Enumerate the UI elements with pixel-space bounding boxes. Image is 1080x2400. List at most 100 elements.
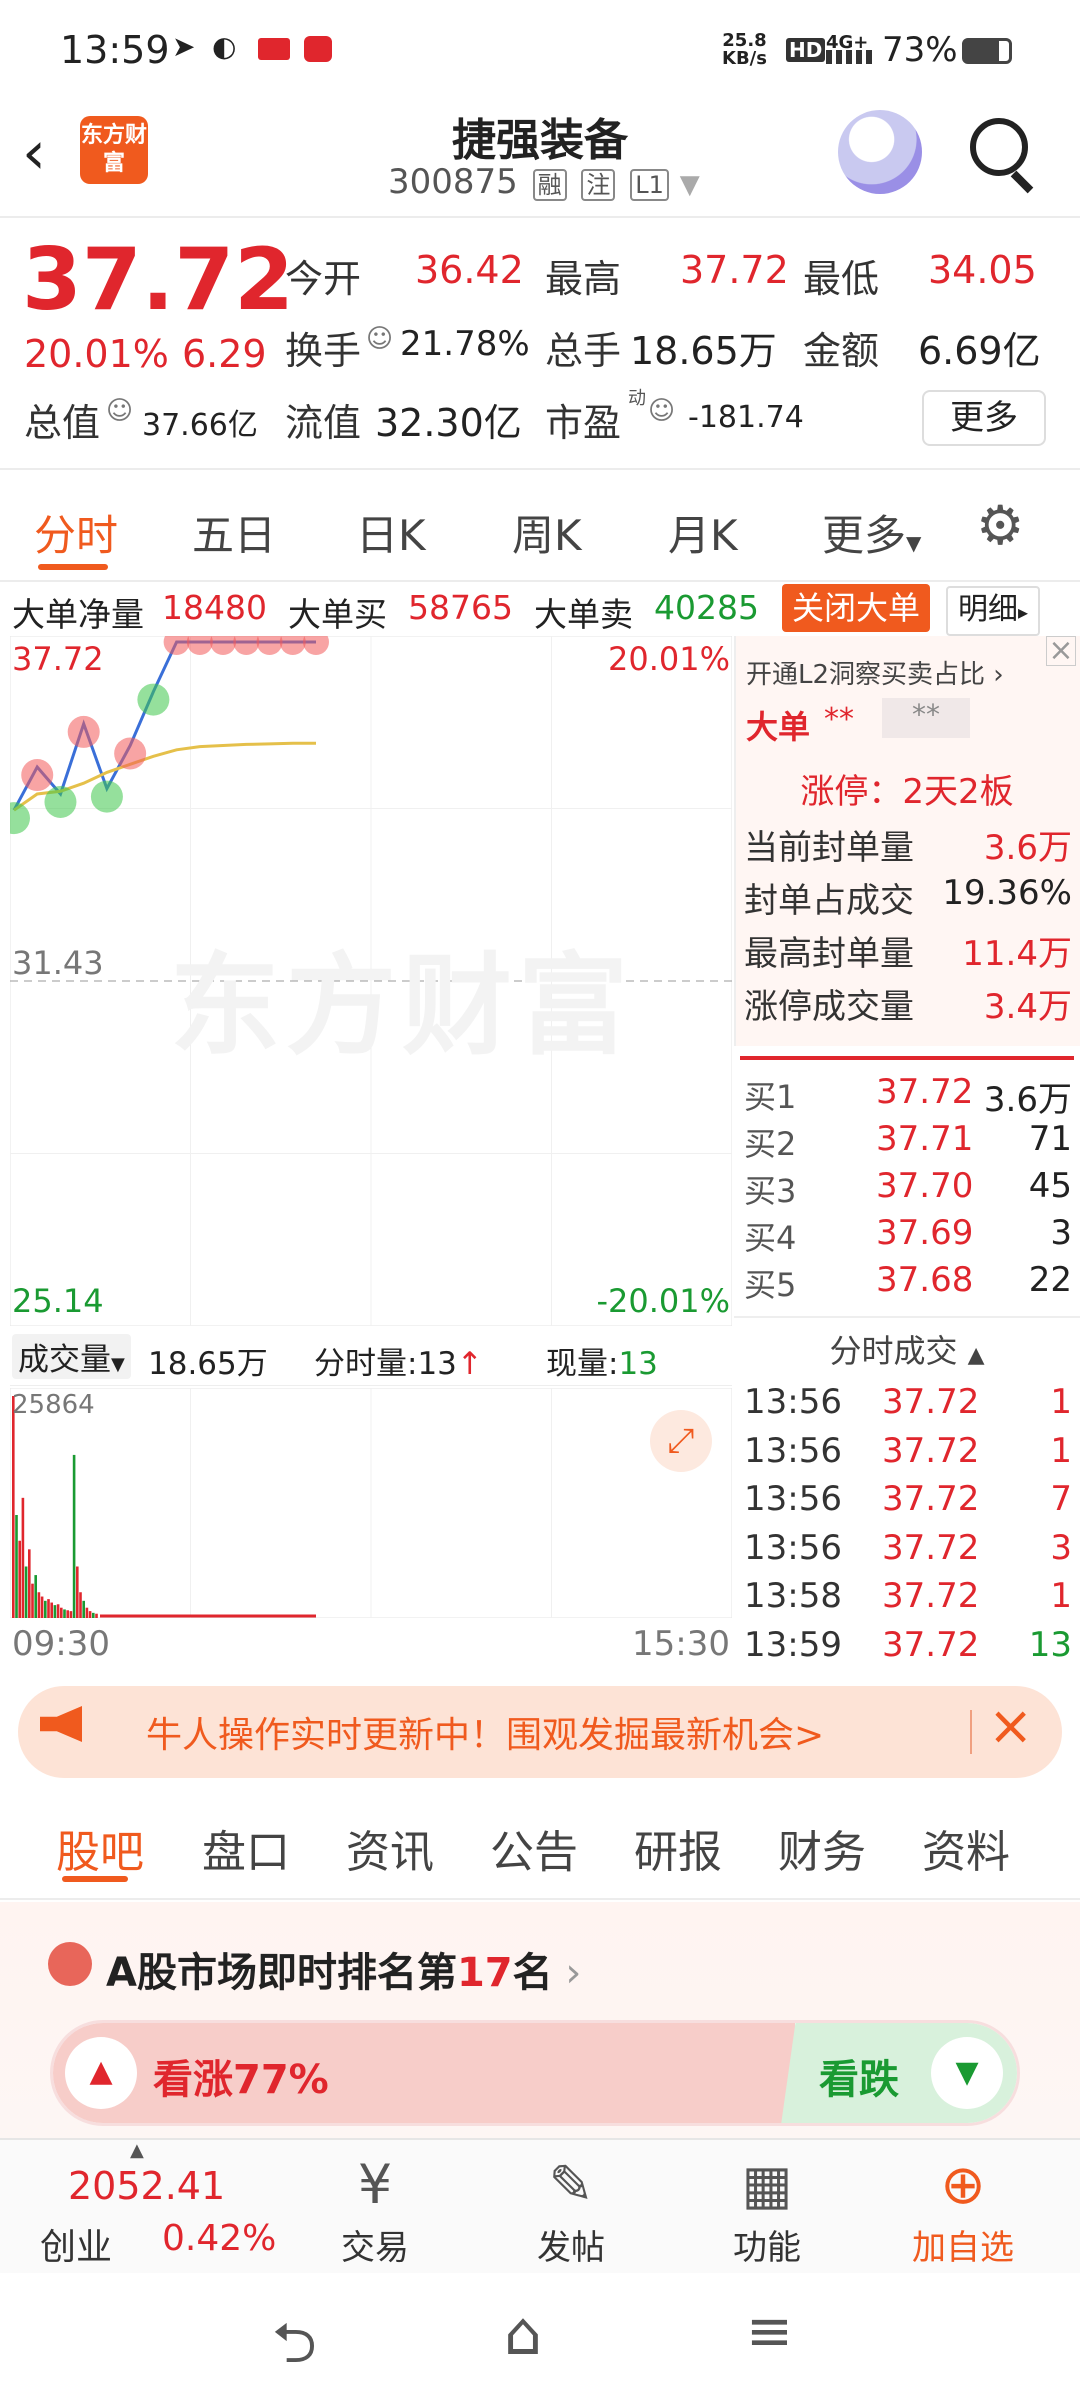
promo-banner[interactable]: 牛人操作实时更新中！围观发掘最新机会> × <box>18 1686 1062 1778</box>
tab-more-label: 更多 <box>822 511 907 560</box>
caret-down-icon: ▼ <box>679 170 700 200</box>
volume-label: 成交量 <box>18 1342 111 1378</box>
tab-weekly-k[interactable]: 周K <box>512 502 582 563</box>
home-icon[interactable]: ⌂ <box>504 2299 542 2369</box>
ticks-title[interactable]: 分时成交 ▲ <box>734 1326 1080 1372</box>
volume-bar <box>15 1514 18 1618</box>
now-volume-value: 13 <box>618 1346 658 1382</box>
index-ticker[interactable]: ▲ 2052.41 创业 0.42% <box>30 2140 280 2270</box>
turnover-info-icon[interactable]: ☺ <box>366 324 393 354</box>
bottom-toolbar: ▲ 2052.41 创业 0.42% ¥ 交易 ✎ 发帖 ▦ 功能 ⊕ 加自选 <box>0 2138 1080 2273</box>
tick-volume: 7 <box>1050 1479 1072 1520</box>
search-icon[interactable] <box>970 118 1028 176</box>
order-book-volume: 22 <box>1028 1260 1072 1300</box>
tick-time: 13:56 <box>744 1382 842 1422</box>
up-arrow-icon: ↑ <box>456 1346 483 1382</box>
volume-bar <box>31 1583 34 1618</box>
change-amount: 6.29 <box>182 332 267 376</box>
functions-button[interactable]: ▦ 功能 <box>692 2150 842 2269</box>
grid-icon: ▦ <box>741 2153 793 2216</box>
tab-finance[interactable]: 财务 <box>778 1816 866 1880</box>
pe-value: -181.74 <box>688 400 804 435</box>
l2-link[interactable]: 开通L2洞察买卖占比 › <box>746 654 1004 691</box>
pe-info-icon[interactable]: ☺ <box>648 396 675 426</box>
divider <box>734 1316 1080 1318</box>
volume-bar <box>50 1602 53 1618</box>
tab-five-day[interactable]: 五日 <box>192 502 276 563</box>
rank-section: A股市场即时排名第17名 › ▲ 看涨77% 看跌 ▼ <box>0 1902 1080 2138</box>
volume-bar <box>82 1600 85 1618</box>
tick-volume: 1 <box>1050 1430 1072 1471</box>
menu-icon[interactable]: ≡ <box>746 2299 793 2364</box>
tab-daily-k[interactable]: 日K <box>356 502 426 563</box>
chart-tabs: 分时 五日 日K 周K 月K 更多▼ ⚙ <box>0 472 1080 582</box>
bearish-button[interactable]: ▼ <box>931 2037 1003 2109</box>
divider <box>970 1710 972 1754</box>
rank-text[interactable]: A股市场即时排名第17名 › <box>106 1940 581 1998</box>
post-button[interactable]: ✎ 发帖 <box>496 2150 646 2269</box>
limit-up-value: 11.4万 <box>962 934 1072 974</box>
bullish-button[interactable]: ▲ <box>65 2037 137 2109</box>
pe-superscript: 动 <box>628 388 646 409</box>
tab-research[interactable]: 研报 <box>634 1816 722 1880</box>
tick-volume: 13 <box>1028 1625 1072 1665</box>
network-speed: 25.8 KB/s <box>722 32 767 68</box>
tab-more[interactable]: 更多▼ <box>822 502 921 563</box>
index-value: 2052.41 <box>68 2164 226 2208</box>
order-book-volume: 3.6万 <box>983 1080 1072 1120</box>
add-watchlist-button[interactable]: ⊕ 加自选 <box>888 2150 1038 2269</box>
close-big-order-button[interactable]: 关闭大单 <box>782 584 931 632</box>
volume-bar <box>69 1611 73 1618</box>
tab-news[interactable]: 资讯 <box>346 1816 434 1880</box>
close-icon[interactable]: × <box>1046 636 1076 666</box>
bullish-label: 看涨 <box>153 2057 233 2103</box>
tab-profile[interactable]: 资料 <box>922 1816 1010 1880</box>
edit-icon: ✎ <box>548 2153 594 2216</box>
tab-guba[interactable]: 股吧 <box>56 1816 144 1880</box>
mktcap-info-icon[interactable]: ☺ <box>106 396 133 426</box>
add-watchlist-label: 加自选 <box>912 2228 1014 2268</box>
tick-volume: 1 <box>1050 1382 1072 1422</box>
big-order-bubble <box>67 715 100 748</box>
caret-up-icon: ▲ <box>967 1343 985 1368</box>
gear-icon[interactable]: ⚙ <box>976 494 1024 557</box>
limit-up-label: 封单占成交 <box>744 881 914 921</box>
detail-label: 明细 <box>958 592 1018 627</box>
big-sell-label: 大单卖 <box>534 595 633 634</box>
sentiment-bar[interactable]: ▲ 看涨77% 看跌 ▼ <box>50 2020 1020 2126</box>
tab-intraday[interactable]: 分时 <box>34 502 118 563</box>
amount-label: 金额 <box>803 329 880 373</box>
order-book-price: 37.68 <box>876 1260 974 1300</box>
caret-down-icon: ▼ <box>111 1354 125 1375</box>
back-nav-icon[interactable]: ⮌ <box>272 2303 317 2398</box>
intraday-chart[interactable]: 东方财富 37.72 31.43 25.14 20.01% -20.01% <box>10 636 732 1326</box>
expand-icon[interactable]: ⤢ <box>650 1410 712 1472</box>
volume-header: 成交量▼ 18.65万 分时量:13↑ 现量:13 <box>10 1330 732 1386</box>
stock-code-row[interactable]: 300875 融 注 L1 ▼ <box>388 162 700 202</box>
more-quote-button[interactable]: 更多 <box>922 390 1046 446</box>
tab-pankou[interactable]: 盘口 <box>202 1816 290 1880</box>
tab-announcements[interactable]: 公告 <box>490 1816 578 1880</box>
volume-dropdown[interactable]: 成交量▼ <box>12 1334 131 1379</box>
trade-button[interactable]: ¥ 交易 <box>300 2150 450 2269</box>
tab-monthly-k[interactable]: 月K <box>668 502 738 563</box>
detail-button[interactable]: 明细▸ <box>946 586 1041 636</box>
big-order-bubble <box>163 636 190 655</box>
pct-label-top: 20.01% <box>607 640 730 678</box>
change-percent: 20.01% <box>24 332 169 376</box>
mktcap-value: 37.66亿 <box>142 408 258 443</box>
volume-bar <box>85 1607 89 1618</box>
volume-chart[interactable]: 成交量▼ 18.65万 分时量:13↑ 现量:13 25864 ⤢ 09:30 … <box>10 1330 732 1670</box>
caret-down-icon: ▼ <box>906 531 922 555</box>
tick-volume: 1 <box>1050 1576 1072 1617</box>
registration-tag: 注 <box>581 169 616 201</box>
volume-bar <box>24 1566 28 1618</box>
volume-bar <box>18 1540 21 1618</box>
bearish-label: 看跌 <box>819 2057 899 2103</box>
open-label: 今开 <box>285 257 362 301</box>
robot-assistant-icon[interactable] <box>838 110 922 194</box>
tick-price: 37.72 <box>882 1430 980 1471</box>
close-icon[interactable]: × <box>988 1694 1033 1757</box>
l2-title: 开通L2洞察买卖占比 <box>746 660 986 690</box>
order-book-level: 买3 <box>744 1172 797 1210</box>
